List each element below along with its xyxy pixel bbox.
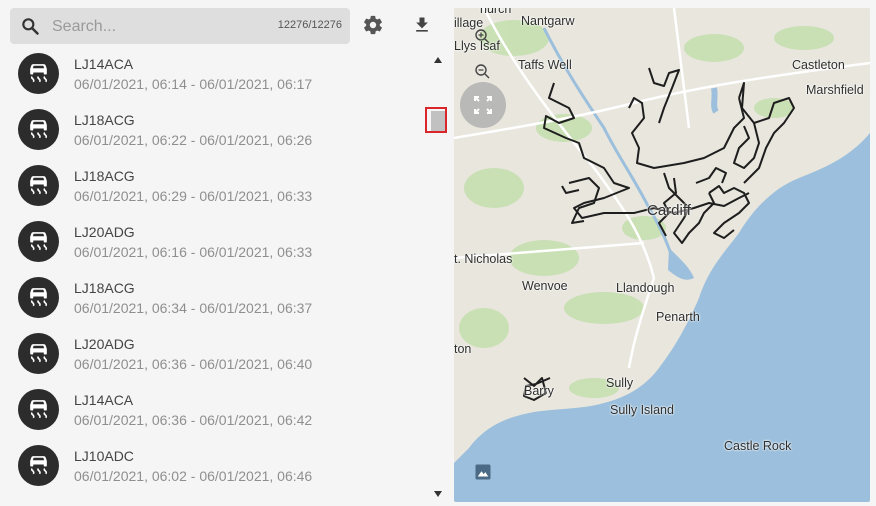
vehicle-skid-icon (30, 400, 48, 419)
list-item-plate: LJ14ACA (74, 392, 134, 408)
map-label-penarth: Penarth (656, 310, 700, 324)
vehicle-skid-icon (30, 120, 48, 139)
scroll-up-arrow[interactable] (434, 57, 442, 63)
left-panel: 12276/12276 LJ14ACA 06/01/2021, 06:14 - … (0, 0, 452, 506)
search-input[interactable] (50, 14, 254, 40)
list-item-plate: LJ20ADG (74, 336, 135, 352)
download-icon[interactable] (412, 15, 432, 35)
list-item-plate: LJ18ACG (74, 280, 135, 296)
map-label-sully-island: Sully Island (610, 403, 674, 417)
search-bar: 12276/12276 (10, 8, 350, 44)
avatar (18, 221, 59, 262)
vehicle-skid-icon (30, 456, 48, 475)
list-item-time: 06/01/2021, 06:16 - 06/01/2021, 06:33 (74, 244, 313, 260)
avatar (18, 109, 59, 150)
list-item-plate: LJ20ADG (74, 224, 135, 240)
list-item[interactable]: LJ20ADG 06/01/2021, 06:16 - 06/01/2021, … (0, 216, 428, 272)
avatar (18, 445, 59, 486)
list-item[interactable]: LJ10ADC 06/01/2021, 06:02 - 06/01/2021, … (0, 440, 428, 496)
list-item-plate: LJ18ACG (74, 168, 135, 184)
map-label-marshfield: Marshfield (806, 83, 864, 97)
map-label-taffs-well: Taffs Well (518, 58, 572, 72)
map-label-castle-rock: Castle Rock (724, 439, 792, 453)
scroll-down-arrow[interactable] (434, 491, 442, 497)
search-icon[interactable] (20, 16, 40, 36)
trip-list: LJ14ACA 06/01/2021, 06:14 - 06/01/2021, … (0, 48, 428, 506)
vehicle-skid-icon (30, 344, 48, 363)
gear-icon[interactable] (362, 14, 384, 36)
map-label-castleton: Castleton (792, 58, 845, 72)
list-item-plate: LJ10ADC (74, 448, 134, 464)
list-item-time: 06/01/2021, 06:29 - 06/01/2021, 06:33 (74, 188, 313, 204)
list-item-time: 06/01/2021, 06:34 - 06/01/2021, 06:37 (74, 300, 313, 316)
list-item[interactable]: LJ18ACG 06/01/2021, 06:34 - 06/01/2021, … (0, 272, 428, 328)
avatar (18, 389, 59, 430)
map-label-st-nicholas: t. Nicholas (454, 252, 513, 266)
map-label-wenvoe: Wenvoe (522, 279, 568, 293)
list-item-time: 06/01/2021, 06:02 - 06/01/2021, 06:46 (74, 468, 313, 484)
list-item[interactable]: LJ20ADG 06/01/2021, 06:36 - 06/01/2021, … (0, 328, 428, 384)
fullscreen-button[interactable] (460, 82, 506, 128)
list-item[interactable]: LJ14ACA 06/01/2021, 06:36 - 06/01/2021, … (0, 384, 428, 440)
list-item-time: 06/01/2021, 06:36 - 06/01/2021, 06:42 (74, 412, 313, 428)
avatar (18, 53, 59, 94)
list-item[interactable]: LJ14ACA 06/01/2021, 06:14 - 06/01/2021, … (0, 48, 428, 104)
avatar (18, 165, 59, 206)
vehicle-skid-icon (30, 176, 48, 195)
map-label-village: illage (454, 16, 484, 30)
map-label-barry: Barry (524, 384, 554, 398)
list-item[interactable]: LJ18ACG 06/01/2021, 06:22 - 06/01/2021, … (0, 104, 428, 160)
list-item-plate: LJ18ACG (74, 112, 135, 128)
list-item-time: 06/01/2021, 06:14 - 06/01/2021, 06:17 (74, 76, 313, 92)
map-label-cardiff: Cardiff (647, 202, 691, 219)
map[interactable]: hurch illage Llys Isaf Nantgarw Taffs We… (454, 8, 870, 502)
map-label-llandough: Llandough (616, 281, 675, 295)
list-item[interactable]: LJ18ACG 06/01/2021, 06:29 - 06/01/2021, … (0, 160, 428, 216)
map-label-sully: Sully (606, 376, 634, 390)
map-label-church: hurch (480, 8, 512, 16)
vehicle-skid-icon (30, 232, 48, 251)
list-item-plate: LJ14ACA (74, 56, 134, 72)
result-count: 12276/12276 (277, 19, 342, 31)
list-item-time: 06/01/2021, 06:36 - 06/01/2021, 06:40 (74, 356, 313, 372)
fullscreen-icon (474, 96, 492, 114)
avatar (18, 277, 59, 318)
map-label-nantgarw: Nantgarw (521, 14, 575, 28)
map-label-ton: ton (454, 342, 472, 356)
vehicle-skid-icon (30, 288, 48, 307)
image-layers-icon[interactable] (474, 463, 492, 481)
avatar (18, 333, 59, 374)
map-label-isaf: Llys Isaf (454, 39, 500, 53)
vehicle-skid-icon (30, 64, 48, 83)
list-item-time: 06/01/2021, 06:22 - 06/01/2021, 06:26 (74, 132, 313, 148)
scrollbar-thumb-highlight (425, 107, 447, 133)
